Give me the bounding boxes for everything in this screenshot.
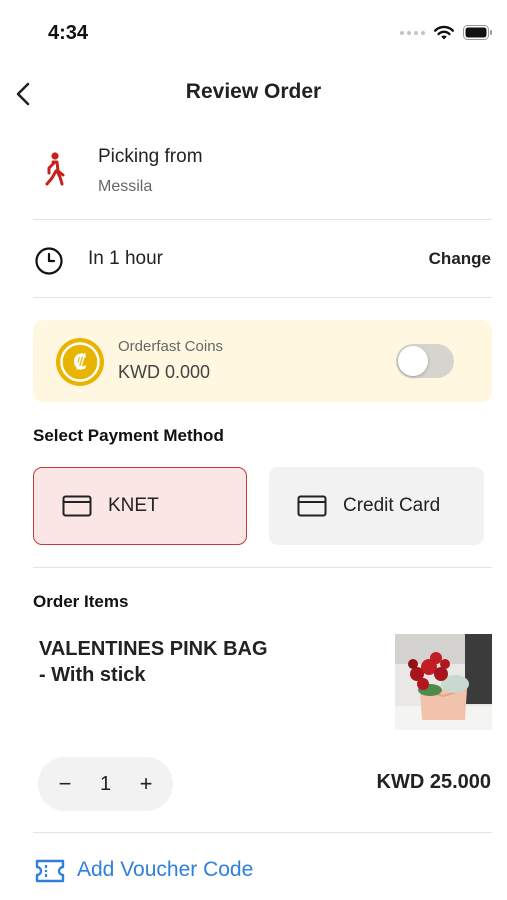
status-indicators (400, 24, 493, 41)
item-name: VALENTINES PINK BAG - With stick (39, 638, 268, 686)
divider (33, 219, 492, 220)
picking-from-label: Picking from (98, 146, 203, 167)
payment-knet-label: KNET (108, 495, 159, 516)
divider (33, 567, 492, 568)
payment-method-label: Select Payment Method (33, 426, 224, 445)
item-price: KWD 25.000 (376, 771, 492, 793)
change-time-button[interactable]: Change (429, 249, 491, 269)
battery-icon (463, 25, 492, 40)
order-items-label: Order Items (33, 592, 129, 611)
status-time: 4:34 (48, 22, 89, 44)
card-icon (62, 495, 92, 517)
coins-title: Orderfast Coins (118, 338, 224, 355)
coins-toggle[interactable] (396, 344, 454, 378)
clock-icon (35, 247, 63, 275)
divider (33, 297, 492, 298)
decrease-quantity-button[interactable]: − (54, 771, 76, 797)
ticket-icon[interactable] (35, 858, 65, 884)
divider (33, 832, 492, 833)
quantity-stepper: − 1 + (38, 757, 173, 811)
wifi-icon (434, 25, 454, 40)
coin-icon: ₡ (56, 338, 104, 386)
card-icon (297, 495, 327, 517)
increase-quantity-button[interactable]: + (135, 771, 157, 797)
toggle-knob (398, 346, 428, 376)
signal-dots-icon (400, 30, 425, 35)
coins-balance: KWD 0.000 (118, 362, 211, 382)
svg-text:₡: ₡ (73, 350, 87, 374)
item-image (395, 634, 492, 730)
page-title: Review Order (185, 80, 322, 103)
add-voucher-link[interactable]: Add Voucher Code (77, 858, 253, 882)
pickup-time: In 1 hour (88, 248, 163, 269)
payment-credit-card-button[interactable]: Credit Card (269, 467, 484, 545)
payment-knet-button[interactable]: KNET (33, 467, 247, 545)
pickup-location: Messila (98, 178, 153, 195)
walking-person-icon (45, 152, 65, 186)
payment-credit-card-label: Credit Card (343, 495, 441, 516)
quantity-value: 1 (99, 772, 112, 795)
